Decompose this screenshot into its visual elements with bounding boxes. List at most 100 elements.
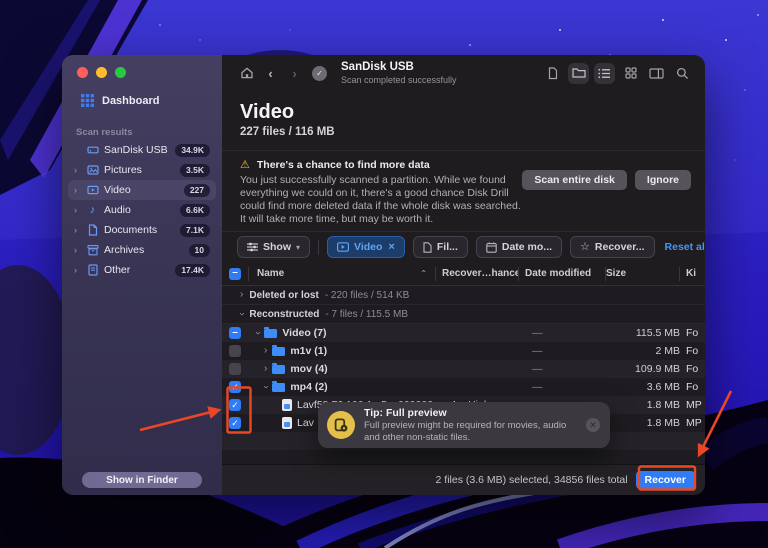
scan-source-title: SanDisk USB bbox=[341, 61, 457, 75]
chevron-down-icon[interactable]: › bbox=[253, 331, 263, 334]
row-checkbox[interactable] bbox=[229, 381, 241, 393]
recover-button[interactable]: Recover bbox=[636, 471, 695, 489]
row-checkbox[interactable] bbox=[229, 363, 241, 375]
row-date: — bbox=[532, 345, 612, 357]
view-controls bbox=[542, 63, 693, 84]
chevron-down-icon[interactable]: › bbox=[261, 385, 271, 388]
chevron-right-icon[interactable]: › bbox=[240, 290, 243, 300]
row-checkbox[interactable] bbox=[229, 417, 241, 429]
page-title: Video bbox=[240, 101, 687, 123]
chevron-right-icon[interactable]: › bbox=[74, 186, 81, 195]
sidebar-item-label: Archives bbox=[104, 244, 144, 256]
column-header-kind[interactable]: Ki bbox=[679, 267, 705, 281]
sidebar-item-documents[interactable]: › Documents 7.1K bbox=[68, 220, 216, 240]
minimize-window-button[interactable] bbox=[96, 67, 107, 78]
row-date: — bbox=[532, 363, 612, 375]
reset-all-filters-button[interactable]: Reset all bbox=[665, 241, 705, 253]
forward-button[interactable]: › bbox=[284, 63, 305, 84]
show-filter-button[interactable]: Show ▾ bbox=[237, 236, 310, 258]
row-checkbox[interactable] bbox=[229, 399, 241, 411]
sidebar-item-pictures[interactable]: › Pictures 3.5K bbox=[68, 160, 216, 180]
chevron-down-icon[interactable]: › bbox=[237, 312, 247, 315]
count-badge: 7.1K bbox=[180, 224, 210, 237]
video-filter-chip[interactable]: Video × bbox=[327, 236, 405, 258]
ignore-button[interactable]: Ignore bbox=[635, 170, 691, 190]
group-row-deleted-or-lost[interactable]: › Deleted or lost - 220 files / 514 KB bbox=[222, 286, 705, 305]
file-icon bbox=[423, 242, 432, 253]
notice-actions: Scan entire disk Ignore bbox=[522, 159, 691, 231]
full-preview-tooltip: Tip: Full preview Full preview might be … bbox=[318, 402, 610, 448]
sidebar-item-video[interactable]: › Video 227 bbox=[68, 180, 216, 200]
scan-entire-disk-button[interactable]: Scan entire disk bbox=[522, 170, 627, 190]
table-row-mov-folder[interactable]: › mov (4) — 109.9 MB Fo bbox=[222, 360, 705, 378]
show-in-finder-button[interactable]: Show in Finder bbox=[82, 472, 202, 488]
row-kind: Fo bbox=[686, 363, 705, 375]
folder-icon bbox=[272, 365, 285, 374]
header-checkbox-cell bbox=[222, 268, 248, 280]
chevron-right-icon[interactable]: › bbox=[264, 364, 267, 374]
sidebar-item-sandisk-usb[interactable]: SanDisk USB 34.9K bbox=[68, 140, 216, 160]
disk-drill-window: Dashboard Scan results SanDisk USB 34.9K… bbox=[62, 55, 705, 495]
column-header-name[interactable]: Name ⌃ bbox=[248, 267, 435, 281]
row-name: mov (4) bbox=[290, 363, 327, 375]
row-checkbox[interactable] bbox=[229, 327, 241, 339]
preview-panel-icon[interactable] bbox=[646, 63, 667, 84]
document-view-icon[interactable] bbox=[542, 63, 563, 84]
warning-icon: ⚠ bbox=[240, 160, 250, 171]
group-row-reconstructed[interactable]: › Reconstructed - 7 files / 115.5 MB bbox=[222, 305, 705, 324]
table-row-mp4-folder[interactable]: › mp4 (2) — 3.6 MB Fo bbox=[222, 378, 705, 396]
home-icon[interactable] bbox=[236, 63, 257, 84]
back-button[interactable]: ‹ bbox=[260, 63, 281, 84]
sidebar-item-label: Documents bbox=[104, 224, 157, 236]
zoom-window-button[interactable] bbox=[115, 67, 126, 78]
remove-filter-icon[interactable]: × bbox=[388, 241, 394, 253]
sidebar-item-archives[interactable]: › Archives 10 bbox=[68, 240, 216, 260]
drive-icon bbox=[86, 144, 99, 157]
chevron-right-icon[interactable]: › bbox=[264, 346, 267, 356]
file-icon bbox=[282, 417, 292, 429]
file-icon bbox=[282, 399, 292, 411]
recovery-chances-filter-chip[interactable]: ☆ Recover... bbox=[570, 236, 655, 258]
chevron-right-icon[interactable]: › bbox=[74, 166, 81, 175]
date-modified-filter-chip[interactable]: Date mo... bbox=[476, 236, 562, 258]
file-filter-chip[interactable]: Fil... bbox=[413, 236, 468, 258]
scan-results-list: SanDisk USB 34.9K › Pictures 3.5K › bbox=[68, 140, 216, 280]
row-name: Lav bbox=[297, 417, 314, 429]
video-icon bbox=[337, 242, 349, 252]
notice-body: You just successfully scanned a partitio… bbox=[240, 174, 522, 226]
grid-view-icon[interactable] bbox=[620, 63, 641, 84]
column-header-date-modified[interactable]: Date modified bbox=[518, 267, 605, 281]
row-kind: Fo bbox=[686, 327, 705, 339]
list-view-icon[interactable] bbox=[594, 63, 615, 84]
chevron-right-icon[interactable]: › bbox=[74, 226, 81, 235]
select-all-checkbox[interactable] bbox=[229, 268, 241, 280]
sidebar: Dashboard Scan results SanDisk USB 34.9K… bbox=[62, 55, 222, 495]
row-size: 109.9 MB bbox=[612, 363, 686, 375]
row-kind: Fo bbox=[686, 345, 705, 357]
row-name: Video (7) bbox=[282, 327, 326, 339]
sidebar-item-audio[interactable]: › ♪ Audio 6.6K bbox=[68, 200, 216, 220]
folder-view-icon[interactable] bbox=[568, 63, 589, 84]
sidebar-item-dashboard[interactable]: Dashboard bbox=[81, 94, 159, 107]
sidebar-item-label: Audio bbox=[104, 204, 131, 216]
close-window-button[interactable] bbox=[77, 67, 88, 78]
dashboard-label: Dashboard bbox=[102, 95, 159, 107]
column-header-size[interactable]: Size bbox=[605, 267, 679, 281]
count-badge: 227 bbox=[184, 184, 210, 197]
search-icon[interactable] bbox=[672, 63, 693, 84]
column-header-recovery-chances[interactable]: Recover…hances bbox=[435, 267, 518, 281]
sidebar-item-other[interactable]: › Other 17.4K bbox=[68, 260, 216, 280]
close-icon[interactable]: ✕ bbox=[586, 418, 600, 432]
chevron-right-icon[interactable]: › bbox=[74, 246, 81, 255]
count-badge: 17.4K bbox=[175, 264, 210, 277]
row-kind: Fo bbox=[686, 381, 705, 393]
table-row-m1v-folder[interactable]: › m1v (1) — 2 MB Fo bbox=[222, 342, 705, 360]
main-toolbar: ‹ › ✓ SanDisk USB Scan completed success… bbox=[222, 55, 705, 91]
table-row-video-folder[interactable]: › Video (7) — 115.5 MB Fo bbox=[222, 324, 705, 342]
sort-ascending-icon: ⌃ bbox=[420, 269, 435, 278]
notice-text: ⚠ There's a chance to find more data You… bbox=[240, 159, 522, 231]
row-checkbox[interactable] bbox=[229, 345, 241, 357]
chevron-right-icon[interactable]: › bbox=[74, 266, 81, 275]
chevron-right-icon[interactable]: › bbox=[74, 206, 81, 215]
folder-icon bbox=[272, 383, 285, 392]
